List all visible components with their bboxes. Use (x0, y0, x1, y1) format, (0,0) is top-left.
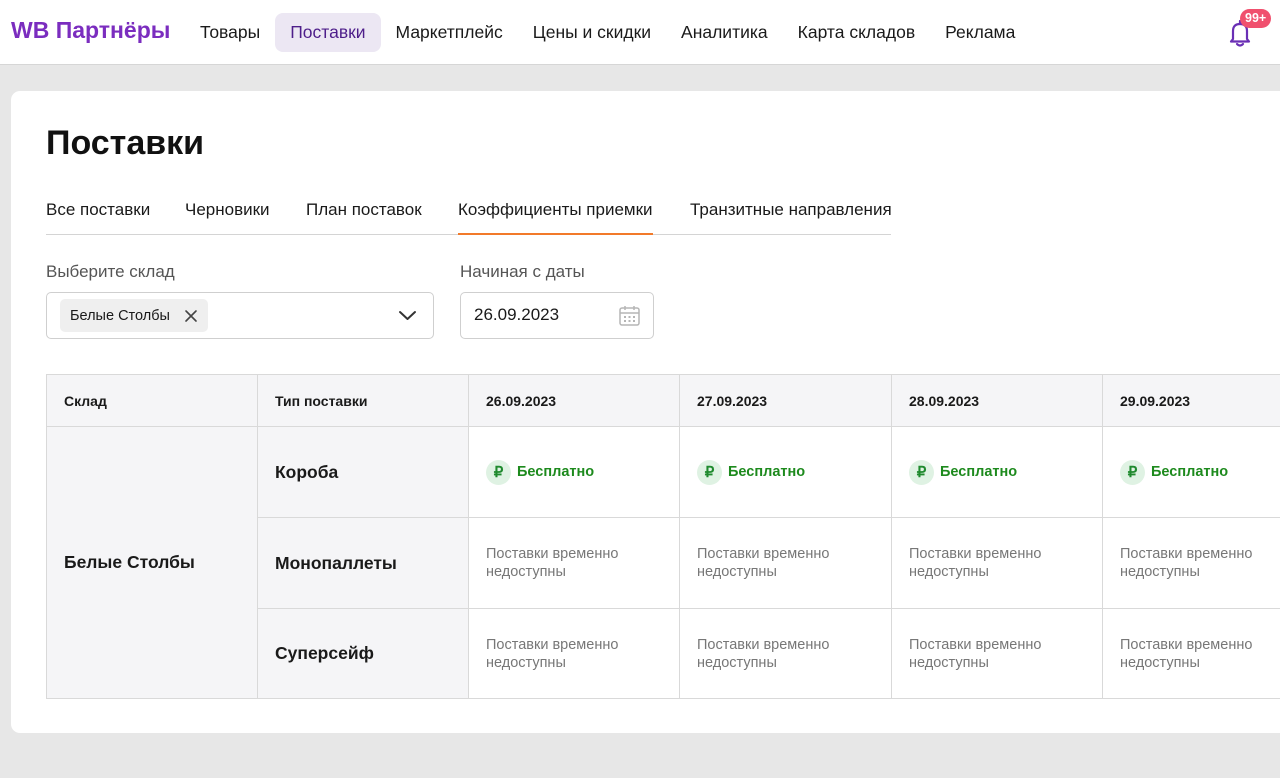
ruble-icon: ₽ (1120, 459, 1145, 485)
nav-item-warehouse-map[interactable]: Карта складов (783, 13, 930, 52)
coefficient-cell: ₽ Бесплатно (892, 427, 1103, 518)
nav-item-marketplace[interactable]: Маркетплейс (381, 13, 518, 52)
column-header-date: 29.09.2023 (1103, 374, 1280, 427)
coefficient-cell: Поставки временно недоступны (469, 518, 680, 609)
start-date-label: Начиная с даты (460, 262, 585, 281)
column-header-date: 28.09.2023 (892, 374, 1103, 427)
free-status: ₽ Бесплатно (697, 459, 806, 485)
logo[interactable]: WB Партнёры (11, 17, 170, 44)
nav-item-ads[interactable]: Реклама (930, 13, 1030, 52)
coefficient-cell: Поставки временно недоступны (1103, 518, 1280, 609)
unavailable-label: Поставки временно недоступны (697, 546, 830, 580)
supply-type-cell: Монопаллеты (258, 518, 469, 609)
free-label: Бесплатно (940, 464, 1018, 480)
page-title: Поставки (46, 124, 205, 162)
unavailable-label: Поставки временно недоступны (697, 636, 830, 671)
ruble-icon: ₽ (697, 459, 722, 485)
free-status: ₽ Бесплатно (909, 459, 1018, 485)
nav-item-prices[interactable]: Цены и скидки (518, 13, 666, 52)
coefficient-cell: Поставки временно недоступны (892, 518, 1103, 609)
coefficient-cell: ₽ Бесплатно (469, 427, 680, 518)
supply-type-cell: Суперсейф (258, 609, 469, 699)
warehouse-select[interactable]: Белые Столбы (46, 292, 434, 339)
unavailable-label: Поставки временно недоступны (1120, 546, 1253, 580)
ruble-icon: ₽ (486, 459, 511, 485)
coefficient-cell: ₽ Бесплатно (680, 427, 892, 518)
warehouse-cell: Белые Столбы (46, 427, 258, 699)
free-label: Бесплатно (1151, 464, 1229, 480)
unavailable-label: Поставки временно недоступны (486, 546, 619, 580)
ruble-icon: ₽ (909, 459, 934, 485)
date-input[interactable] (474, 305, 614, 325)
tab-bar: Все поставки Черновики План поставок Коэ… (46, 190, 892, 235)
nav-item-products[interactable]: Товары (185, 13, 275, 52)
unavailable-label: Поставки временно недоступны (909, 636, 1042, 671)
close-icon[interactable] (184, 309, 198, 323)
unavailable-label: Поставки временно недоступны (909, 546, 1042, 580)
unavailable-label: Поставки временно недоступны (486, 636, 619, 671)
coefficient-cell: Поставки временно недоступны (680, 609, 892, 699)
tab-supply-plan[interactable]: План поставок (306, 190, 422, 235)
free-status: ₽ Бесплатно (1120, 459, 1229, 485)
coefficient-cell: Поставки временно недоступны (892, 609, 1103, 699)
coefficient-cell: Поставки временно недоступны (1103, 609, 1280, 699)
column-header-date: 26.09.2023 (469, 374, 680, 427)
free-label: Бесплатно (728, 464, 806, 480)
coefficient-cell: Поставки временно недоступны (680, 518, 892, 609)
nav-item-analytics[interactable]: Аналитика (666, 13, 783, 52)
coefficient-cell: ₽ Бесплатно (1103, 427, 1280, 518)
tab-transit-routes[interactable]: Транзитные направления (690, 190, 892, 235)
tab-all-supplies[interactable]: Все поставки (46, 190, 150, 235)
unavailable-label: Поставки временно недоступны (1120, 636, 1253, 671)
column-header-supply-type: Тип поставки (258, 374, 469, 427)
date-field[interactable] (460, 292, 654, 339)
coefficient-cell: Поставки временно недоступны (469, 609, 680, 699)
free-status: ₽ Бесплатно (486, 459, 595, 485)
nav-item-supplies[interactable]: Поставки (275, 13, 381, 52)
warehouse-chip: Белые Столбы (60, 299, 208, 332)
notification-badge: 99+ (1240, 9, 1272, 28)
acceptance-table: Склад Тип поставки 26.09.2023 27.09.2023… (46, 374, 1280, 699)
tab-acceptance-coefficients[interactable]: Коэффициенты приемки (458, 190, 653, 235)
top-bar: WB Партнёры Товары Поставки Маркетплейс … (0, 0, 1280, 65)
supply-type-cell: Короба (258, 427, 469, 518)
warehouse-chip-label: Белые Столбы (70, 307, 170, 324)
column-header-warehouse: Склад (46, 374, 258, 427)
chevron-down-icon[interactable] (398, 309, 417, 322)
tab-drafts[interactable]: Черновики (185, 190, 270, 235)
free-label: Бесплатно (517, 464, 595, 480)
calendar-icon[interactable] (618, 304, 641, 327)
warehouse-select-label: Выберите склад (46, 262, 175, 281)
main-nav: Товары Поставки Маркетплейс Цены и скидк… (185, 13, 1030, 52)
column-header-date: 27.09.2023 (680, 374, 892, 427)
